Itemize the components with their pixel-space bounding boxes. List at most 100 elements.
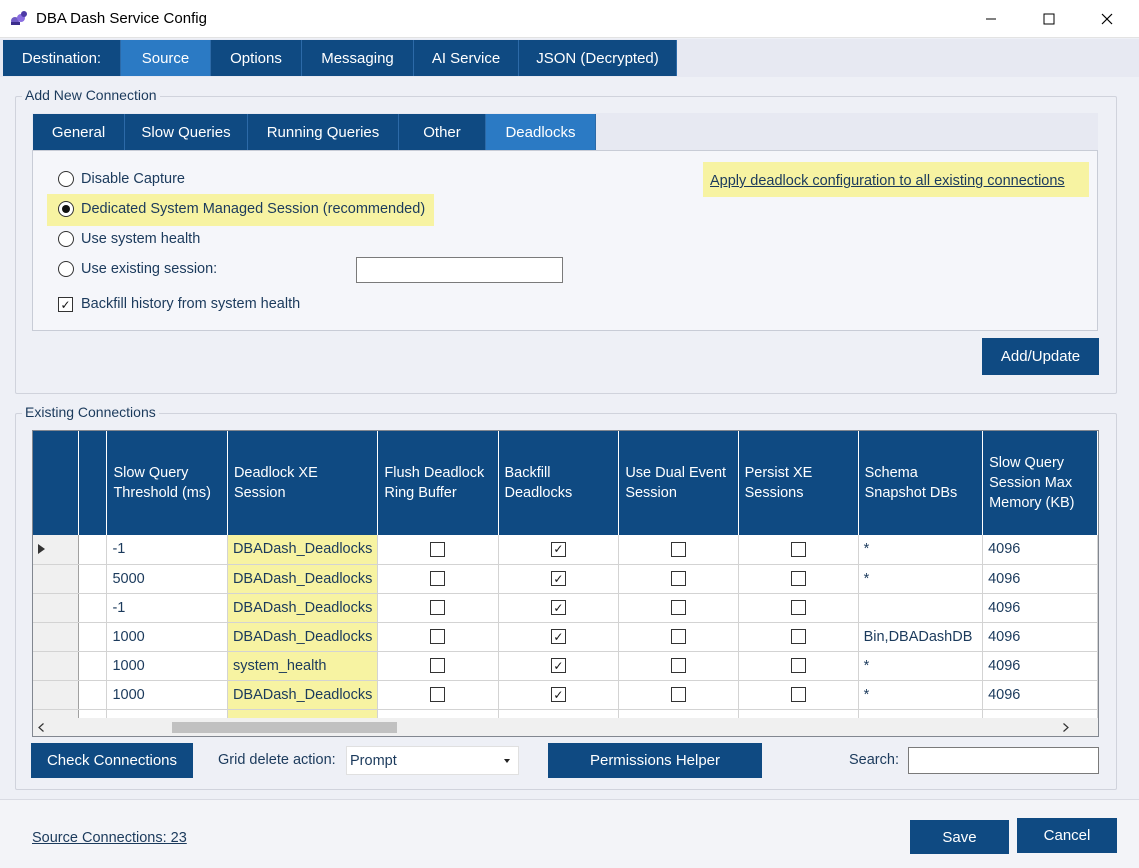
cell-schema[interactable]: * <box>858 651 984 681</box>
cell-dual[interactable] <box>618 680 739 710</box>
cell-flush[interactable] <box>377 593 499 623</box>
cell-memory[interactable]: 4096 <box>982 651 1098 681</box>
cell-persist[interactable] <box>738 651 859 681</box>
dual-checkbox[interactable] <box>670 571 686 587</box>
flush-checkbox[interactable] <box>430 600 446 616</box>
permissions-helper-button[interactable]: Permissions Helper <box>548 743 762 778</box>
source-connections-link[interactable]: Source Connections: 23 <box>32 830 187 846</box>
tab-options[interactable]: Options <box>211 40 302 76</box>
use-existing-session-radio[interactable] <box>58 261 74 277</box>
blank-cell[interactable] <box>78 622 108 652</box>
cell-backfill[interactable]: ✓ <box>498 651 620 681</box>
cell-persist[interactable] <box>738 593 859 623</box>
persist-checkbox[interactable] <box>790 600 806 616</box>
persist-checkbox[interactable] <box>790 541 806 557</box>
backfill-checkbox[interactable]: ✓ <box>550 600 566 616</box>
blank-cell[interactable] <box>78 535 108 565</box>
cell-memory[interactable]: 4096 <box>982 593 1098 623</box>
close-button[interactable] <box>1084 0 1130 38</box>
add-update-button[interactable]: Add/Update <box>982 338 1099 375</box>
horizontal-scroll-thumb[interactable] <box>172 722 397 733</box>
minimize-button[interactable] <box>968 0 1014 38</box>
column-header[interactable]: Slow Query Threshold (ms) <box>106 431 228 535</box>
tab-general[interactable]: General <box>33 114 125 150</box>
tab-json-decrypted[interactable]: JSON (Decrypted) <box>519 40 677 76</box>
column-header[interactable]: Use Dual Event Session <box>618 431 739 535</box>
cell-dual[interactable] <box>618 564 739 594</box>
cell-flush[interactable] <box>377 535 499 565</box>
blank-cell[interactable] <box>78 680 108 710</box>
column-header[interactable]: Schema Snapshot DBs <box>858 431 984 535</box>
cell-flush[interactable] <box>377 651 499 681</box>
search-input[interactable] <box>908 747 1099 774</box>
table-row[interactable]: -1 DBADash_Deadlocks ✓ 4096 <box>33 593 1098 623</box>
check-connections-button[interactable]: Check Connections <box>31 743 193 778</box>
backfill-history-checkbox[interactable]: ✓ <box>58 297 73 312</box>
blank-cell[interactable] <box>78 564 108 594</box>
column-header[interactable]: Flush Deadlock Ring Buffer <box>377 431 499 535</box>
table-row[interactable]: 1000 system_health ✓ * 4096 <box>33 651 1098 681</box>
blank-cell[interactable] <box>78 593 108 623</box>
persist-checkbox[interactable] <box>790 629 806 645</box>
save-button[interactable]: Save <box>910 820 1009 854</box>
existing-session-input[interactable] <box>356 257 563 283</box>
column-header[interactable]: Slow Query Session Max Memory (KB) <box>982 431 1098 535</box>
backfill-checkbox[interactable]: ✓ <box>550 658 566 674</box>
cell-session[interactable]: DBADash_Deadlocks <box>227 680 379 710</box>
row-header[interactable] <box>33 535 80 565</box>
grid-delete-action-select[interactable]: Prompt <box>346 746 519 775</box>
cell-persist[interactable] <box>738 680 859 710</box>
row-header[interactable] <box>33 564 80 594</box>
table-row[interactable]: 1000 DBADash_Deadlocks ✓ Bin,DBADashDB 4096 <box>33 622 1098 652</box>
maximize-button[interactable] <box>1026 0 1072 38</box>
cell-backfill[interactable]: ✓ <box>498 593 620 623</box>
backfill-checkbox[interactable]: ✓ <box>550 629 566 645</box>
cell-backfill[interactable]: ✓ <box>498 535 620 565</box>
flush-checkbox[interactable] <box>430 629 446 645</box>
cancel-button[interactable]: Cancel <box>1017 818 1117 853</box>
connections-grid[interactable]: Slow Query Threshold (ms) Deadlock XE Se… <box>32 430 1099 737</box>
cell-session[interactable]: DBADash_Deadlocks <box>227 593 379 623</box>
cell-persist[interactable] <box>738 564 859 594</box>
scroll-left-icon[interactable] <box>38 723 44 732</box>
cell-dual[interactable] <box>618 651 739 681</box>
cell-dual[interactable] <box>618 622 739 652</box>
dual-checkbox[interactable] <box>670 629 686 645</box>
cell-threshold[interactable]: 1000 <box>106 651 228 681</box>
flush-checkbox[interactable] <box>430 541 446 557</box>
cell-backfill[interactable]: ✓ <box>498 680 620 710</box>
flush-checkbox[interactable] <box>430 571 446 587</box>
cell-session[interactable]: DBADash_Deadlocks <box>227 535 379 565</box>
dual-checkbox[interactable] <box>670 658 686 674</box>
cell-memory[interactable]: 4096 <box>982 622 1098 652</box>
table-row[interactable]: 5000 DBADash_Deadlocks ✓ * 4096 <box>33 564 1098 594</box>
persist-checkbox[interactable] <box>790 687 806 703</box>
cell-persist[interactable] <box>738 622 859 652</box>
cell-backfill[interactable]: ✓ <box>498 564 620 594</box>
row-header[interactable] <box>33 651 80 681</box>
row-header[interactable] <box>33 593 80 623</box>
cell-flush[interactable] <box>377 622 499 652</box>
flush-checkbox[interactable] <box>430 658 446 674</box>
tab-messaging[interactable]: Messaging <box>302 40 414 76</box>
persist-checkbox[interactable] <box>790 658 806 674</box>
cell-session[interactable]: DBADash_Deadlocks <box>227 564 379 594</box>
cell-schema[interactable]: * <box>858 535 984 565</box>
tab-ai-service[interactable]: AI Service <box>414 40 519 76</box>
cell-schema[interactable] <box>858 593 984 623</box>
cell-memory[interactable]: 4096 <box>982 564 1098 594</box>
cell-threshold[interactable]: 1000 <box>106 622 228 652</box>
cell-flush[interactable] <box>377 680 499 710</box>
cell-session[interactable]: DBADash_Deadlocks <box>227 622 379 652</box>
blank-cell[interactable] <box>78 651 108 681</box>
cell-memory[interactable]: 4096 <box>982 680 1098 710</box>
cell-threshold[interactable]: -1 <box>106 593 228 623</box>
tab-source[interactable]: Source <box>121 40 211 76</box>
apply-deadlock-config-link[interactable]: Apply deadlock configuration to all exis… <box>710 173 1065 189</box>
cell-session[interactable]: system_health <box>227 651 379 681</box>
scroll-right-icon[interactable] <box>1063 723 1069 732</box>
table-row[interactable]: -1 DBADash_Deadlocks ✓ * 4096 <box>33 535 1098 565</box>
persist-checkbox[interactable] <box>790 571 806 587</box>
cell-backfill[interactable]: ✓ <box>498 622 620 652</box>
cell-schema[interactable]: Bin,DBADashDB <box>858 622 984 652</box>
